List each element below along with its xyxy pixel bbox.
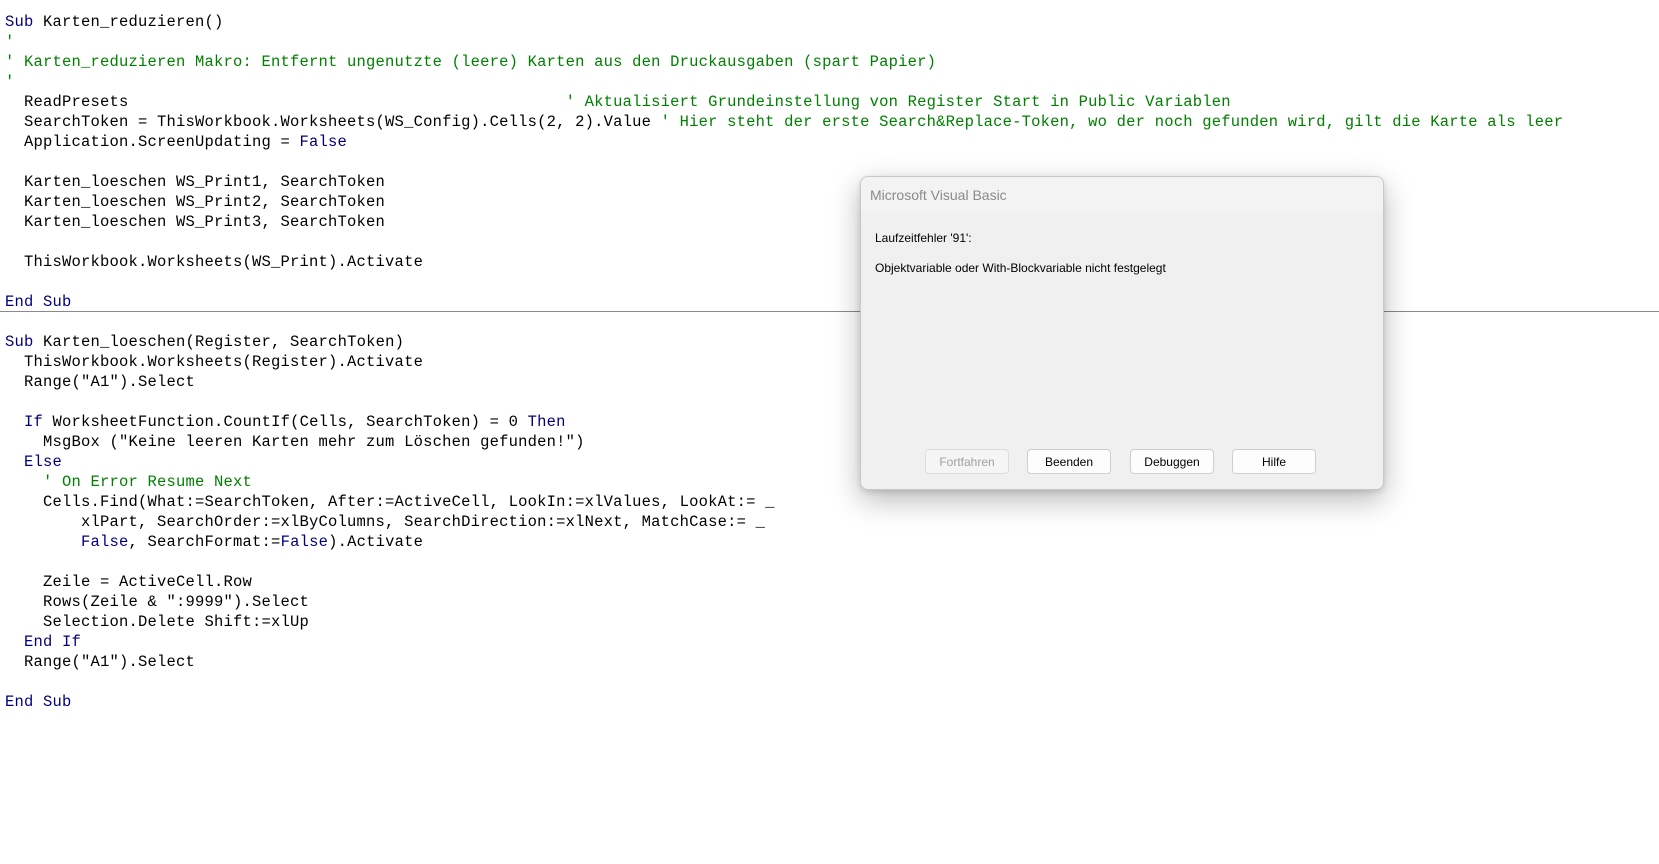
code-line[interactable]: Sub Karten_reduzieren() [5,12,224,32]
dialog-title: Microsoft Visual Basic [870,187,1007,203]
code-text: MsgBox ("Keine leeren Karten mehr zum Lö… [5,433,585,451]
code-line[interactable]: End Sub [5,292,72,312]
end-button[interactable]: Beenden [1027,449,1111,474]
code-keyword: End Sub [5,293,72,311]
code-comment: ' Karten_reduzieren Makro: Entfernt unge… [5,53,937,71]
code-line[interactable]: ' [5,72,15,92]
code-text: Zeile = ActiveCell.Row [5,573,253,591]
code-text: Range("A1").Select [5,373,196,391]
code-keyword: End If [24,633,82,651]
code-keyword: If [24,413,44,431]
continue-button: Fortfahren [925,449,1009,474]
code-text: Selection.Delete Shift:=xlUp [5,613,310,631]
code-line[interactable]: ' [5,32,15,52]
code-line[interactable]: Range("A1").Select [5,652,195,672]
code-keyword: False [299,133,348,151]
code-line[interactable]: End Sub [5,692,72,712]
code-keyword: False [280,533,329,551]
code-line[interactable]: ' On Error Resume Next [5,472,252,492]
code-line[interactable]: Selection.Delete Shift:=xlUp [5,612,309,632]
code-line[interactable]: xlPart, SearchOrder:=xlByColumns, Search… [5,512,765,532]
code-text: ReadPresets [5,93,566,111]
dialog-titlebar[interactable]: Microsoft Visual Basic [861,177,1383,213]
code-text: Karten_loeschen(Register, SearchToken) [33,333,405,351]
code-keyword: Sub [5,13,34,31]
code-line[interactable]: False, SearchFormat:=False).Activate [5,532,423,552]
code-text: xlPart, SearchOrder:=xlByColumns, Search… [5,513,766,531]
code-line[interactable]: Else [5,452,62,472]
code-text: Karten_reduzieren() [33,13,224,31]
code-comment: ' [5,33,15,51]
dialog-body: Laufzeitfehler '91': Objektvariable oder… [861,213,1383,489]
code-text: ThisWorkbook.Worksheets(WS_Print).Activa… [5,253,424,271]
code-line[interactable]: ThisWorkbook.Worksheets(WS_Print).Activa… [5,252,423,272]
code-comment: ' [5,73,15,91]
code-keyword: Else [24,453,63,471]
code-text: Range("A1").Select [5,653,196,671]
code-line[interactable]: Rows(Zeile & ":9999").Select [5,592,309,612]
code-text: ThisWorkbook.Worksheets(Register).Activa… [5,353,424,371]
code-text: Cells.Find(What:=SearchToken, After:=Act… [5,493,775,511]
code-keyword: Then [527,413,566,431]
code-text: Karten_loeschen WS_Print3, SearchToken [5,213,386,231]
code-text: Application.ScreenUpdating = [5,133,300,151]
code-text: SearchToken = ThisWorkbook.Worksheets(WS… [5,113,661,131]
code-text: WorksheetFunction.CountIf(Cells, SearchT… [43,413,528,431]
code-keyword: End Sub [5,693,72,711]
code-line[interactable]: Karten_loeschen WS_Print2, SearchToken [5,192,385,212]
code-line[interactable]: ReadPresets ' Aktualisiert Grundeinstell… [5,92,1231,112]
code-line[interactable]: Sub Karten_loeschen(Register, SearchToke… [5,332,404,352]
code-editor[interactable]: Sub Karten_reduzieren() ' ' Karten_reduzie… [0,0,1659,864]
code-line[interactable]: SearchToken = ThisWorkbook.Worksheets(WS… [5,112,1563,132]
runtime-error-dialog: Microsoft Visual Basic Laufzeitfehler '9… [860,176,1384,490]
code-line[interactable]: ' Karten_reduzieren Makro: Entfernt unge… [5,52,936,72]
code-comment: ' Hier steht der erste Search&Replace-To… [660,113,1564,131]
code-text: ).Activate [328,533,424,551]
debug-button[interactable]: Debuggen [1130,449,1214,474]
code-line[interactable]: MsgBox ("Keine leeren Karten mehr zum Lö… [5,432,585,452]
code-line[interactable]: Zeile = ActiveCell.Row [5,572,252,592]
error-message: Objektvariable oder With-Blockvariable n… [875,261,1166,275]
error-heading: Laufzeitfehler '91': [875,231,972,245]
code-line[interactable]: Range("A1").Select [5,372,195,392]
code-line[interactable]: If WorksheetFunction.CountIf(Cells, Sear… [5,412,566,432]
code-text: Karten_loeschen WS_Print1, SearchToken [5,173,386,191]
code-line[interactable]: Application.ScreenUpdating = False [5,132,347,152]
code-text: Rows(Zeile & ":9999").Select [5,593,310,611]
code-text: , SearchFormat:= [128,533,281,551]
procedure-separator [0,311,1659,312]
code-line[interactable]: End If [5,632,81,652]
code-line[interactable]: Karten_loeschen WS_Print3, SearchToken [5,212,385,232]
code-comment: ' Aktualisiert Grundeinstellung von Regi… [565,93,1231,111]
code-line[interactable]: Cells.Find(What:=SearchToken, After:=Act… [5,492,775,512]
code-keyword: Sub [5,333,34,351]
code-comment: ' On Error Resume Next [43,473,253,491]
code-text: Karten_loeschen WS_Print2, SearchToken [5,193,386,211]
code-line[interactable]: ThisWorkbook.Worksheets(Register).Activa… [5,352,423,372]
help-button[interactable]: Hilfe [1232,449,1316,474]
code-keyword: False [81,533,129,551]
code-line[interactable]: Karten_loeschen WS_Print1, SearchToken [5,172,385,192]
